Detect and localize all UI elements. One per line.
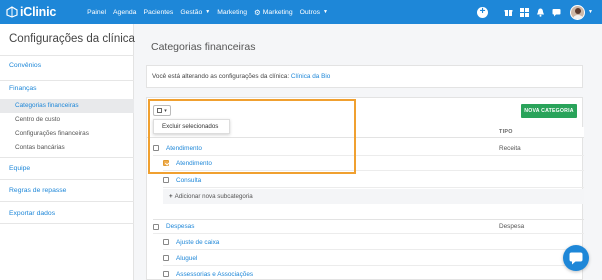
gear-icon: ⚙: [254, 7, 261, 17]
sidebar-item-exportar-dados[interactable]: Exportar dados: [0, 201, 134, 224]
plus-icon: +: [169, 193, 173, 200]
nav-painel[interactable]: Painel: [87, 9, 106, 16]
row-checkbox[interactable]: [163, 177, 169, 183]
nav-gestao[interactable]: Gestão ▼: [180, 9, 210, 16]
sidebar-item-convenios[interactable]: Convênios: [0, 55, 134, 74]
row-checkbox[interactable]: [163, 271, 169, 277]
iclinic-logo[interactable]: iClinic: [6, 5, 56, 19]
row-checkbox[interactable]: [163, 255, 169, 261]
iclinic-logo-icon: [6, 6, 18, 18]
sidebar-title: Configurações da clínica: [9, 33, 135, 45]
notice-text: Você está alterando as configurações da …: [152, 73, 291, 80]
subcategory-link[interactable]: Ajuste de caixa: [176, 239, 219, 246]
category-type: Despesa: [499, 223, 525, 230]
table-row: Aluguel: [163, 251, 584, 266]
sidebar-item-configuracoes-financeiras[interactable]: Configurações financeiras: [0, 127, 134, 141]
category-link[interactable]: Despesas: [166, 223, 194, 230]
highlight-box: [148, 99, 356, 174]
sidebar-item-contas-bancarias[interactable]: Contas bancárias: [0, 141, 134, 155]
top-navbar: iClinic Painel Agenda Pacientes Gestão ▼ …: [0, 0, 602, 24]
apps-grid-icon[interactable]: [517, 5, 531, 19]
chevron-down-icon: ▼: [205, 9, 211, 15]
nav-marketing[interactable]: Marketing: [217, 9, 247, 16]
row-checkbox[interactable]: [163, 239, 169, 245]
category-type: Receita: [499, 144, 521, 152]
subcategory-link[interactable]: Aluguel: [176, 255, 197, 262]
sidebar-item-regras-de-repasse[interactable]: Regras de repasse: [0, 179, 134, 201]
add-subcategory-label: Adicionar nova subcategoria: [174, 193, 253, 200]
nav-pacientes[interactable]: Pacientes: [143, 9, 173, 16]
nav-agenda[interactable]: Agenda: [113, 9, 136, 16]
new-category-button[interactable]: NOVA CATEGORIA: [521, 104, 577, 118]
avatar[interactable]: [570, 4, 586, 20]
subcategory-link[interactable]: Assessorias e Associações: [176, 271, 253, 278]
bell-icon[interactable]: [533, 5, 547, 19]
table-row: Consulta: [163, 173, 584, 188]
add-button[interactable]: +: [477, 6, 489, 18]
add-subcategory-button[interactable]: + Adicionar nova subcategoria: [163, 189, 584, 204]
row-checkbox[interactable]: [153, 223, 159, 230]
logo-text: iClinic: [20, 5, 57, 19]
table-row: Assessorias e Associações: [163, 267, 584, 280]
clinic-link[interactable]: Clínica da Bio: [291, 73, 330, 80]
chat-bubble-icon[interactable]: [549, 5, 563, 19]
sidebar-item-centro-de-custo[interactable]: Centro de custo: [0, 113, 134, 127]
column-header-tipo: TIPO: [499, 129, 513, 135]
nav-marketing-settings[interactable]: ⚙ Marketing: [254, 8, 293, 17]
table-row: Ajuste de caixa: [163, 235, 584, 250]
chevron-down-icon: ▼: [323, 9, 328, 15]
sidebar-item-equipe[interactable]: Equipe: [0, 157, 134, 179]
chevron-down-icon[interactable]: ▼: [588, 9, 593, 15]
sidebar-item-categorias-financeiras[interactable]: Categorias financeiras: [0, 99, 134, 113]
chat-bubble-icon: [569, 252, 583, 264]
settings-sidebar: Configurações da clínica Convênios Finan…: [0, 24, 135, 280]
table-row: Despesas Despesa: [153, 219, 584, 234]
subcategory-link[interactable]: Consulta: [176, 177, 201, 184]
chat-support-button[interactable]: [563, 245, 589, 271]
gift-icon[interactable]: [501, 5, 515, 19]
clinic-notice: Você está alterando as configurações da …: [146, 65, 583, 88]
sidebar-item-financas[interactable]: Finanças: [0, 80, 134, 96]
nav-outros[interactable]: Outros ▼: [300, 9, 328, 16]
page-title: Categorias financeiras: [151, 41, 256, 53]
